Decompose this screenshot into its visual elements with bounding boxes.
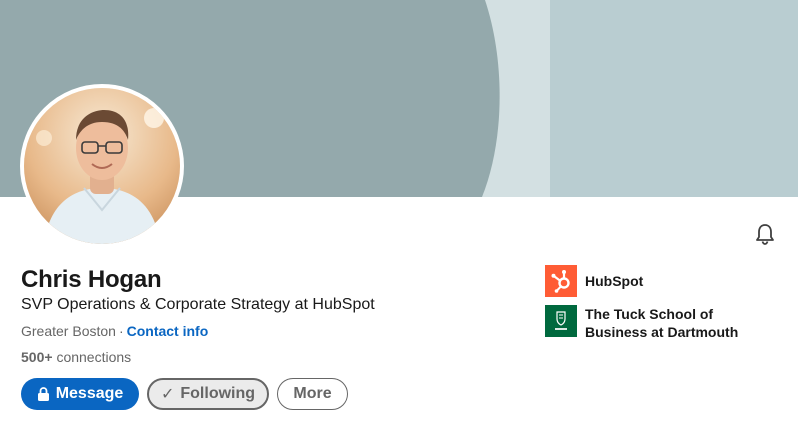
location-text: Greater Boston: [21, 323, 116, 339]
connections-count: 500+: [21, 349, 53, 365]
contact-info-link[interactable]: Contact info: [127, 323, 209, 339]
profile-avatar[interactable]: [20, 84, 184, 248]
hubspot-logo-icon: [545, 265, 577, 297]
message-button[interactable]: Message: [21, 378, 139, 410]
org-item-hubspot[interactable]: HubSpot: [545, 265, 643, 297]
tuck-logo-icon: [545, 305, 577, 337]
connections-label: connections: [56, 349, 132, 365]
more-button[interactable]: More: [277, 378, 348, 410]
lock-icon: [37, 387, 50, 401]
following-button[interactable]: ✓ Following: [147, 378, 269, 410]
profile-name: Chris Hogan: [21, 266, 162, 293]
more-button-label: More: [293, 385, 332, 402]
location-line: Greater Boston · Contact info: [21, 323, 208, 339]
message-button-label: Message: [55, 385, 124, 402]
location-separator: ·: [118, 323, 124, 339]
bell-icon[interactable]: [751, 220, 779, 248]
org-name: The Tuck School of Business at Dartmouth: [585, 306, 739, 340]
connections-line[interactable]: 500+ connections: [21, 349, 131, 365]
profile-headline: SVP Operations & Corporate Strategy at H…: [21, 296, 375, 313]
avatar-photo: [24, 88, 180, 244]
check-icon: ✓: [160, 386, 175, 403]
following-button-label: Following: [180, 385, 256, 402]
org-item-tuck[interactable]: The Tuck School of Business at Dartmouth: [545, 305, 765, 341]
org-name: HubSpot: [585, 273, 644, 289]
